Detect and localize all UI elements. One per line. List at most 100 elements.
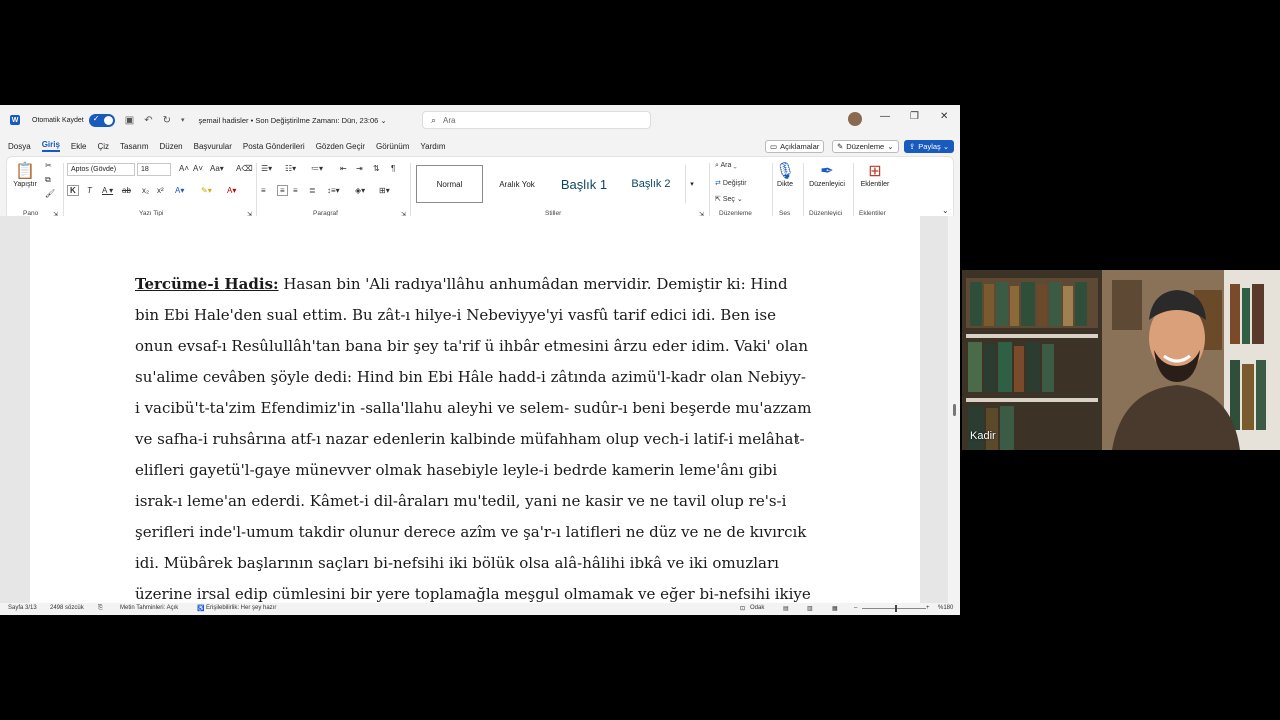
web-layout-icon[interactable]: ▦ [832, 605, 838, 612]
increase-indent-icon[interactable]: ⇥ [356, 164, 363, 173]
document-body[interactable]: Tercüme-i Hadis: Hasan bin 'Ali radıya'l… [135, 269, 820, 603]
align-left-icon[interactable]: ≡ [261, 186, 266, 195]
comments-button[interactable]: ▭ Açıklamalar [765, 139, 825, 153]
shading-icon[interactable]: ◈▾ [355, 186, 365, 195]
bullets-icon[interactable]: ☰▾ [261, 164, 272, 173]
font-color-icon[interactable]: A▾ [227, 186, 236, 195]
document-title[interactable]: şemail hadisler • Son Değiştirilme Zaman… [199, 116, 387, 125]
style-normal[interactable]: Normal [416, 165, 483, 203]
find-button[interactable]: ⌕ Ara ⌄ [715, 162, 737, 170]
participant-name: Kadir [970, 430, 996, 442]
style-heading-1[interactable]: Başlık 1 [551, 165, 617, 203]
close-icon[interactable]: ✕ [940, 111, 948, 122]
tab-yardim[interactable]: Yardım [420, 142, 445, 151]
superscript-icon[interactable]: x² [157, 186, 164, 195]
zoom-in-icon[interactable]: + [926, 605, 930, 611]
borders-icon[interactable]: ⊞▾ [379, 186, 390, 195]
cut-icon[interactable]: ✂ [45, 161, 52, 170]
strikethrough-icon[interactable]: ab [122, 186, 131, 195]
zoom-slider[interactable] [862, 608, 926, 609]
tab-ekle[interactable]: Ekle [71, 142, 87, 151]
zoom-slider-handle[interactable] [895, 605, 897, 612]
vertical-scrollbar[interactable] [948, 216, 960, 603]
tab-posta[interactable]: Posta Gönderileri [243, 142, 305, 151]
search-box[interactable]: ⌕ Ara [422, 111, 651, 129]
document-line: elifleri gayetü'l-gaye münevver olmak ha… [135, 461, 778, 479]
clear-format-icon[interactable]: A⌫ [236, 164, 253, 173]
style-no-spacing[interactable]: Aralık Yok [485, 165, 549, 203]
highlight-icon[interactable]: ✎▾ [201, 186, 212, 195]
dictate-button[interactable]: 🎙 Dikte [773, 161, 797, 188]
proofing-icon[interactable]: ⎘ [98, 605, 103, 612]
justify-icon[interactable]: ≣ [309, 186, 316, 195]
text-predictions[interactable]: Metin Tahminleri: Açık [120, 605, 178, 611]
word-count[interactable]: 2498 sözcük [50, 605, 84, 611]
document-line: su'alime cevâben şöyle dedi: Hind bin Eb… [135, 368, 806, 386]
font-name-select[interactable]: Aptos (Gövde) [67, 163, 135, 176]
tab-gozden-gecir[interactable]: Gözden Geçir [316, 142, 365, 151]
tab-giris[interactable]: Giriş [41, 140, 60, 152]
minimize-icon[interactable]: — [880, 111, 890, 122]
customize-qat-icon[interactable]: ▾ [181, 116, 185, 124]
subscript-icon[interactable]: x₂ [142, 186, 149, 195]
tab-duzen[interactable]: Düzen [160, 142, 183, 151]
accessibility-status[interactable]: Erişilebilirlik: Her şey hazır [206, 605, 276, 611]
save-icon[interactable]: ▣ [125, 115, 134, 126]
zoom-out-icon[interactable]: – [854, 605, 857, 611]
style-heading-2[interactable]: Başlık 2 [619, 165, 683, 203]
change-case-icon[interactable]: Aa▾ [210, 164, 224, 173]
editing-mode-button[interactable]: ✎ Düzenleme ⌄ [832, 139, 899, 153]
collapse-ribbon-icon[interactable]: ⌄ [942, 206, 949, 215]
clipboard-icon: 📋 [15, 163, 35, 180]
font-size-select[interactable]: 18 [137, 163, 171, 176]
show-marks-icon[interactable]: ¶ [391, 164, 395, 173]
addins-button[interactable]: ⊞ Eklentiler [857, 161, 893, 188]
multilevel-list-icon[interactable]: ≔▾ [311, 164, 323, 173]
tab-ciz[interactable]: Çiz [97, 142, 109, 151]
scrollbar-thumb[interactable] [953, 404, 956, 416]
zoom-level[interactable]: %180 [938, 605, 953, 611]
document-line: onun evsaf-ı Resûlullâh'tan bana bir şey… [135, 337, 808, 355]
account-avatar[interactable] [848, 112, 862, 126]
tab-tasarim[interactable]: Tasarım [120, 142, 148, 151]
redo-icon[interactable]: ↻ [163, 115, 171, 126]
grow-font-icon[interactable]: A˄ [179, 164, 189, 173]
page-count[interactable]: Sayfa 3/13 [8, 605, 37, 611]
dictate-label: Dikte [777, 181, 793, 188]
underline-icon[interactable]: A ▾ [102, 186, 113, 195]
autosave-toggle[interactable]: ✓ [88, 113, 115, 127]
copy-icon[interactable]: ⧉ [45, 175, 51, 185]
divider [63, 163, 64, 217]
document-page[interactable]: Tercüme-i Hadis: Hasan bin 'Ali radıya'l… [30, 216, 920, 603]
share-button[interactable]: ⇪ Paylaş ⌄ [904, 139, 955, 153]
print-layout-icon[interactable]: ▥ [807, 605, 813, 612]
read-mode-icon[interactable]: ▤ [783, 605, 789, 612]
align-right-icon[interactable]: ≡ [293, 186, 298, 195]
shrink-font-icon[interactable]: A˅ [193, 164, 203, 173]
align-center-icon[interactable]: ≡ [277, 185, 288, 196]
tab-gorunum[interactable]: Görünüm [376, 142, 409, 151]
editor-label: Düzenleyici [809, 181, 845, 188]
select-button[interactable]: ⇱ Seç ⌄ [715, 195, 743, 203]
text-effects-icon[interactable]: A▾ [175, 186, 184, 195]
tab-basvurular[interactable]: Başvurular [194, 142, 232, 151]
tab-dosya[interactable]: Dosya [8, 142, 31, 151]
decrease-indent-icon[interactable]: ⇤ [340, 164, 347, 173]
video-tile[interactable]: Kadir [962, 270, 1280, 450]
bold-icon[interactable]: K [67, 185, 79, 196]
restore-icon[interactable]: ❐ [910, 111, 919, 122]
format-painter-icon[interactable]: 🖌 [45, 189, 55, 198]
editor-button[interactable]: ✒ Düzenleyici [807, 161, 847, 188]
line-spacing-icon[interactable]: ↕≡▾ [327, 186, 340, 195]
styles-expand-icon[interactable]: ▾ [685, 165, 698, 203]
paste-button[interactable]: 📋 Yapıştır [13, 161, 37, 188]
divider [803, 163, 804, 217]
autosave-label: Otomatik Kaydet [32, 116, 84, 124]
italic-icon[interactable]: T [87, 186, 92, 195]
focus-mode[interactable]: Odak [750, 605, 764, 611]
numbering-icon[interactable]: ☷▾ [285, 164, 296, 173]
share-icon: ⇪ [909, 141, 916, 151]
sort-icon[interactable]: ⇅ [373, 164, 380, 173]
replace-button[interactable]: ⇄ Değiştir [715, 179, 747, 187]
undo-icon[interactable]: ↶ [144, 115, 152, 126]
